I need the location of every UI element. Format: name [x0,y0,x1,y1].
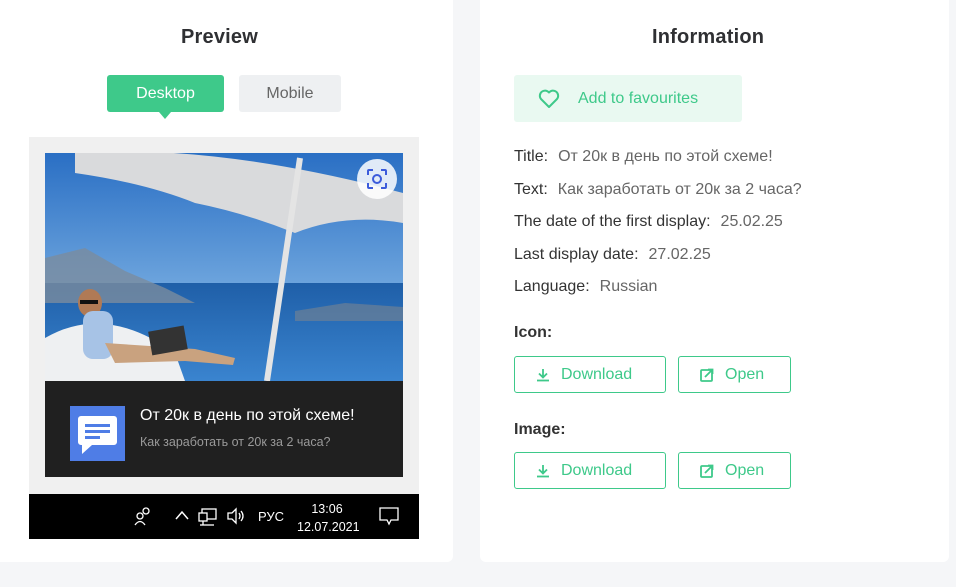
info-value: 27.02.25 [648,246,711,263]
info-value: От 20к в день по этой схеме! [558,148,773,165]
clock-time: 13:06 [311,502,343,516]
image-open-button[interactable]: Open [678,452,791,489]
clock-date: 12.07.2021 [297,520,360,534]
scan-icon [367,169,387,189]
notification-body: От 20к в день по этой схеме! Как заработ… [45,381,403,477]
preview-title: Preview [181,26,259,48]
chat-app-icon [70,406,125,461]
info-row-language: Language: Russian [514,278,657,296]
info-row-first-display: The date of the first display: 25.02.25 [514,213,783,231]
info-value: Как заработать от 20к за 2 часа? [557,181,802,198]
action-center-icon [379,507,399,526]
add-to-favourites-button[interactable]: Add to favourites [514,75,742,122]
download-icon [537,464,549,477]
tab-mobile[interactable]: Mobile [239,75,341,112]
icon-open-button[interactable]: Open [678,356,791,393]
open-label: Open [725,365,765,383]
desktop-preview-frame: От 20к в день по этой схеме! Как заработ… [29,137,419,539]
info-key: Language: [514,278,590,295]
beach-photo [45,153,403,381]
heart-icon [538,89,560,108]
fullscreen-button[interactable] [357,159,397,199]
info-row-text: Text: Как заработать от 20к за 2 часа? [514,181,802,199]
info-key: Text: [514,181,548,198]
info-row-title: Title: От 20к в день по этой схеме! [514,148,773,166]
image-section-label: Image: [514,421,566,438]
download-icon [537,368,549,381]
info-key: Last display date: [514,246,639,263]
info-value: Russian [599,278,658,295]
open-label: Open [725,461,765,479]
preview-card: Preview Desktop Mobile От 20к в день по … [0,0,453,562]
tab-desktop[interactable]: Desktop [107,75,224,119]
notification-text: Как заработать от 20к за 2 часа? [140,435,331,449]
volume-icon [227,507,244,525]
network-icon [198,508,217,526]
keyboard-language: РУС [258,509,285,524]
info-row-last-display: Last display date: 27.02.25 [514,246,711,264]
information-card: Information Add to favourites Title: От 2… [480,0,949,562]
download-label: Download [561,461,633,479]
info-key: Title: [514,148,549,165]
windows-taskbar: РУС 13:06 12.07.2021 [29,494,419,539]
add-to-favourites-label: Add to favourites [578,89,699,107]
download-label: Download [561,365,633,383]
image-download-button[interactable]: Download [514,452,666,489]
external-link-icon [700,368,714,382]
notification-title: От 20к в день по этой схеме! [140,407,355,424]
people-icon [134,507,150,526]
information-title: Information [652,26,765,48]
icon-download-button[interactable]: Download [514,356,666,393]
info-value: 25.02.25 [720,213,783,230]
chevron-up-icon [175,510,189,520]
taskbar-clock: 13:06 12.07.2021 [297,500,360,536]
notification-image [45,153,403,381]
external-link-icon [700,464,714,478]
icon-section-label: Icon: [514,324,553,341]
info-key: The date of the first display: [514,213,711,230]
